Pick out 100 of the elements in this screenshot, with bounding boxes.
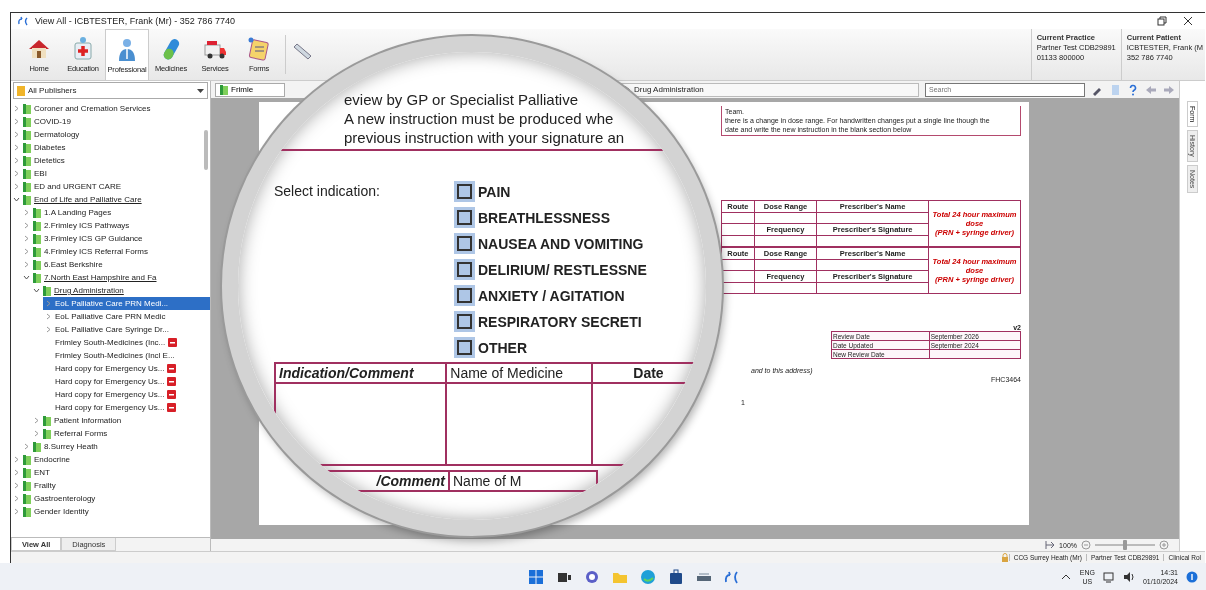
checkbox[interactable] [454,181,475,202]
tree-item[interactable]: EoL Palliative Care Syringe Dr... [43,323,172,336]
folder-icon [33,207,41,218]
checkbox[interactable] [454,311,475,332]
slider-thumb[interactable] [1123,540,1127,550]
expand-chevron-icon [13,196,20,203]
folder-icon [23,181,31,192]
tree-item[interactable]: EBI [13,167,50,180]
tree-item[interactable]: 8.Surrey Heath [23,440,101,453]
fit-width-icon[interactable] [1045,540,1056,550]
dropdown-value: All Publishers [28,86,78,95]
tree-item[interactable]: Diabetes [13,141,69,154]
zoom-out-icon[interactable] [1081,540,1091,550]
tree-item[interactable]: COVID-19 [13,115,74,128]
speaker-icon[interactable] [1122,570,1135,583]
tree-item[interactable]: Hard copy for Emergency Us... [43,388,180,401]
folder-icon [23,467,31,478]
tree-item[interactable]: Coroner and Cremation Services [13,102,154,115]
tree-item[interactable]: Gender Identity [13,505,92,518]
checkbox-label: DELIRIUM/ RESTLESSNE [478,261,647,278]
field-label: Select indication: [274,182,381,201]
folder-icon [33,441,41,452]
checkbox-label: OTHER [478,339,527,356]
checkbox[interactable] [454,285,475,306]
folder-icon [23,194,31,205]
help-icon[interactable] [1127,83,1139,96]
folder-icon [43,428,51,439]
tree-item[interactable]: Gastroenterology [13,492,99,505]
folder-icon [23,142,31,153]
window-title: View All - ICBTESTER, Frank (Mr) - 352 786 7740 [35,16,236,26]
table-header: Name of M [449,471,597,491]
folder-icon [23,129,31,140]
tree-item[interactable]: Frimley South-Medicines (Inc... [43,336,181,349]
dropdown-arrow-icon [197,87,204,94]
checkbox[interactable] [454,207,475,228]
folder-icon [17,85,25,96]
flag-icon [167,377,177,386]
tree-item[interactable]: Hard copy for Emergency Us... [43,362,180,375]
tree-item[interactable]: 4.Frimley ICS Referral Forms [23,245,151,258]
zoom-in-icon[interactable] [1159,540,1169,550]
restore-icon [1155,16,1169,26]
folder-icon [220,84,228,95]
table-header: Name of Medicine [446,363,592,383]
tree-item[interactable]: EoL Palliative Care PRN Medic [43,310,169,323]
flag-icon [167,390,177,399]
tree-item[interactable]: ED and URGENT CARE [13,180,124,193]
browser-icon[interactable] [638,567,657,586]
flag-icon [167,403,177,412]
tree-item[interactable]: 2.Frimley ICS Pathways [23,219,133,232]
checkbox-label: NAUSEA AND VOMITING [478,235,644,252]
tree-item[interactable]: Dermatology [13,128,83,141]
tree-item[interactable]: Endocrine [13,453,74,466]
tree-item[interactable]: Frimley South-Medicines (Incl E... [43,349,178,362]
checkbox[interactable] [454,259,475,280]
tree-item[interactable]: 1.A Landing Pages [23,206,115,219]
scrollbar-thumb[interactable] [204,130,208,170]
tree-item[interactable]: 3.Frimley ICS GP Guidance [23,232,146,245]
checkbox-label: RESPIRATORY SECRETI [478,313,642,330]
flag-icon [168,338,178,347]
folder-icon [23,103,31,114]
document-tab[interactable]: Frimle [215,82,285,97]
folder-icon [33,259,41,270]
tree-item[interactable]: EoL Palliative Care PRN Medi... [43,297,210,310]
tree-item[interactable]: Drug Administration [33,284,127,297]
instruction-text: previous instruction with your signature an [344,128,625,147]
folder-icon [33,246,41,257]
folder-icon [43,415,51,426]
folder-icon [23,454,31,465]
tree-item[interactable]: Patient Information [33,414,125,427]
tree-item[interactable]: Hard copy for Emergency Us... [43,401,180,414]
windows-start-icon[interactable] [526,567,545,586]
instruction-text: eview by GP or Specialist Palliative [344,90,578,109]
checkbox-label: PAIN [478,183,511,200]
close-icon [1181,16,1195,26]
tree-item[interactable]: End of Life and Palliative Care [13,193,145,206]
folder-icon [23,506,31,517]
folder-icon [43,285,51,296]
checkbox[interactable] [454,337,475,358]
network-icon[interactable] [1102,570,1115,583]
tree-item[interactable]: 6.East Berkshire [23,258,106,271]
folder-icon [23,155,31,166]
tree-item[interactable]: Hard copy for Emergency Us... [43,375,180,388]
checkbox-label: BREATHLESSNESS [478,209,610,226]
checkbox[interactable] [454,233,475,254]
folder-icon [23,480,31,491]
checkbox-label: ANXIETY / AGITATION [478,287,625,304]
tree-item[interactable]: Frailty [13,479,59,492]
folder-icon [33,233,41,244]
folder-icon [23,116,31,127]
tree-item[interactable]: ENT [13,466,53,479]
folder-icon [23,168,31,179]
instruction-text: A new instruction must be produced whe [344,109,614,128]
tree-item[interactable]: Referral Forms [33,427,111,440]
folder-icon [33,272,41,283]
notification-icon[interactable] [1186,570,1198,583]
lock-icon [1000,553,1009,562]
tree-item[interactable]: 7.North East Hampshire and Fa [23,271,160,284]
folder-icon [23,493,31,504]
tree-item[interactable]: Dietetics [13,154,68,167]
publisher-dropdown[interactable]: All Publishers [13,82,208,99]
